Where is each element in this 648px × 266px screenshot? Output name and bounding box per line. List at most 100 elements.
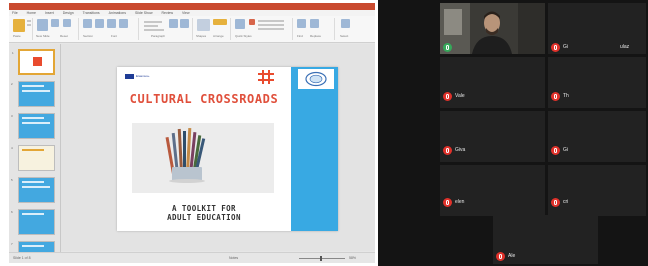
erasmus-logo: Erasmus+ xyxy=(125,74,161,79)
thumbnail-text xyxy=(22,149,44,151)
copy-icon[interactable] xyxy=(27,24,31,26)
participant-name: Th xyxy=(563,93,569,99)
drawing-group: Shapes Arrange xyxy=(195,18,231,40)
participant-name-extra: ulaz xyxy=(620,44,630,50)
participant-name: Gi xyxy=(563,44,568,50)
thumbnail-slide-2[interactable]: 2 xyxy=(11,81,55,107)
participant-tile[interactable]: Vale xyxy=(440,57,545,108)
shape-fill-icon[interactable] xyxy=(249,19,255,25)
replace-icon[interactable] xyxy=(310,19,319,28)
thumbnail-number: 2 xyxy=(11,82,13,86)
participant-name: Vale xyxy=(455,93,465,99)
zoom-slider[interactable] xyxy=(299,258,345,259)
cut-icon[interactable] xyxy=(27,20,31,22)
quick-styles-label: Quick Styles xyxy=(235,34,252,38)
thumbnail-number: 6 xyxy=(11,210,13,214)
thumbnail-slide-5[interactable]: 5 xyxy=(11,177,55,203)
editing-group: Find Replace xyxy=(295,18,335,40)
slide-photo-pencils xyxy=(132,123,274,193)
camera-video xyxy=(440,3,545,54)
participant-tile[interactable]: Gi xyxy=(548,111,646,162)
meeting-participants-grid: Gi ulaz Vale Th Giva Gi elen cri Ale xyxy=(378,0,648,266)
paragraph-label: Paragraph xyxy=(151,34,166,38)
shapes-icon[interactable] xyxy=(197,19,210,31)
thumbnail-text xyxy=(22,117,44,119)
new-slide-label: New Slide xyxy=(36,34,50,38)
ribbon: Paste New Slide Reset Section Font Parag… xyxy=(9,16,375,43)
thumbnail-text xyxy=(22,245,44,247)
participant-name: Giva xyxy=(455,147,466,153)
slide-cover[interactable]: Erasmus+ CULTURAL CROSSROADS A TOOLKIT F… xyxy=(117,67,338,231)
thumbnail-number: 4 xyxy=(11,146,13,150)
section-icon[interactable] xyxy=(83,19,92,28)
project-logo-icon xyxy=(257,70,275,84)
find-icon[interactable] xyxy=(297,19,306,28)
font-color-icon[interactable] xyxy=(107,19,116,28)
participant-name: elen xyxy=(455,199,465,205)
participant-tile[interactable]: elen xyxy=(440,165,545,216)
participant-tile[interactable]: Gi ulaz xyxy=(548,3,646,54)
new-slide-icon[interactable] xyxy=(37,19,48,31)
shape-outline-label[interactable] xyxy=(258,24,284,26)
title-bar xyxy=(9,3,375,10)
align-icon[interactable] xyxy=(144,29,164,31)
muted-mic-icon xyxy=(496,252,505,261)
thumbnail-text xyxy=(22,213,44,215)
numbering-icon[interactable] xyxy=(144,25,158,27)
thumbnail-text xyxy=(22,85,44,87)
participant-tile-self[interactable] xyxy=(440,3,545,54)
arrange-icon[interactable] xyxy=(213,19,227,25)
select-label: Select xyxy=(340,34,349,38)
slide-blue-band xyxy=(291,67,338,231)
replace-label: Replace xyxy=(310,34,322,38)
eu-flag-icon xyxy=(125,74,134,79)
font-size-icon[interactable] xyxy=(95,19,104,28)
select-group: Select xyxy=(337,18,373,40)
muted-mic-icon xyxy=(443,146,452,155)
clipboard-group: Paste xyxy=(11,18,33,40)
thumbnail-slide-6[interactable]: 6 xyxy=(11,209,55,235)
muted-mic-icon xyxy=(443,92,452,101)
bullets-icon[interactable] xyxy=(144,21,162,23)
slide-subtitle-line-2: ADULT EDUCATION xyxy=(167,213,241,222)
select-icon[interactable] xyxy=(341,19,350,28)
thumbnail-logo xyxy=(33,57,42,66)
thumbnail-text xyxy=(22,122,50,124)
shape-effects-label[interactable] xyxy=(258,28,284,30)
paste-icon[interactable] xyxy=(13,19,25,32)
notes-button[interactable]: Notes xyxy=(229,256,238,260)
participant-name: Ale xyxy=(508,253,516,259)
muted-mic-icon xyxy=(551,198,560,207)
shapes-label: Shapes xyxy=(196,34,207,38)
participant-tile[interactable]: Giva xyxy=(440,111,545,162)
slide-title: CULTURAL CROSSROADS xyxy=(129,92,279,106)
thumbnail-slide-3[interactable]: 3 xyxy=(11,113,55,139)
reset-label: Reset xyxy=(60,34,68,38)
slides-group: New Slide Reset xyxy=(35,18,79,40)
slide-counter: Slide 1 of 8 xyxy=(13,256,31,260)
thumbnail-slide-1[interactable]: 1 xyxy=(12,49,55,75)
thumbnail-text xyxy=(22,90,50,92)
powerpoint-window: File Home Insert Design Transitions Anim… xyxy=(9,3,375,263)
shape-fill-label[interactable] xyxy=(258,20,284,22)
find-label: Find xyxy=(297,34,303,38)
text-direction-icon[interactable] xyxy=(169,19,178,28)
quick-styles-icon[interactable] xyxy=(235,19,245,29)
thumbnail-slide-4[interactable]: 4 xyxy=(11,145,55,171)
participant-tile[interactable]: cri xyxy=(548,165,646,216)
muted-mic-icon xyxy=(551,43,560,52)
text-shadow-icon[interactable] xyxy=(119,19,128,28)
participant-name: Gi xyxy=(563,147,568,153)
participant-tile[interactable]: Th xyxy=(548,57,646,108)
layout-icon[interactable] xyxy=(51,19,59,27)
zoom-level[interactable]: 58% xyxy=(349,256,356,260)
thumbnail-text xyxy=(22,186,50,188)
smartart-icon[interactable] xyxy=(180,19,189,28)
zoom-slider-thumb[interactable] xyxy=(320,256,322,261)
font-label: Font xyxy=(111,34,118,38)
muted-mic-icon xyxy=(443,198,452,207)
reset-icon[interactable] xyxy=(63,19,71,27)
participant-tile[interactable]: Ale xyxy=(493,215,598,264)
thumbnail-number: 7 xyxy=(11,242,13,246)
slide-thumbnails-pane: 1 2 3 4 5 6 7 xyxy=(9,44,61,263)
